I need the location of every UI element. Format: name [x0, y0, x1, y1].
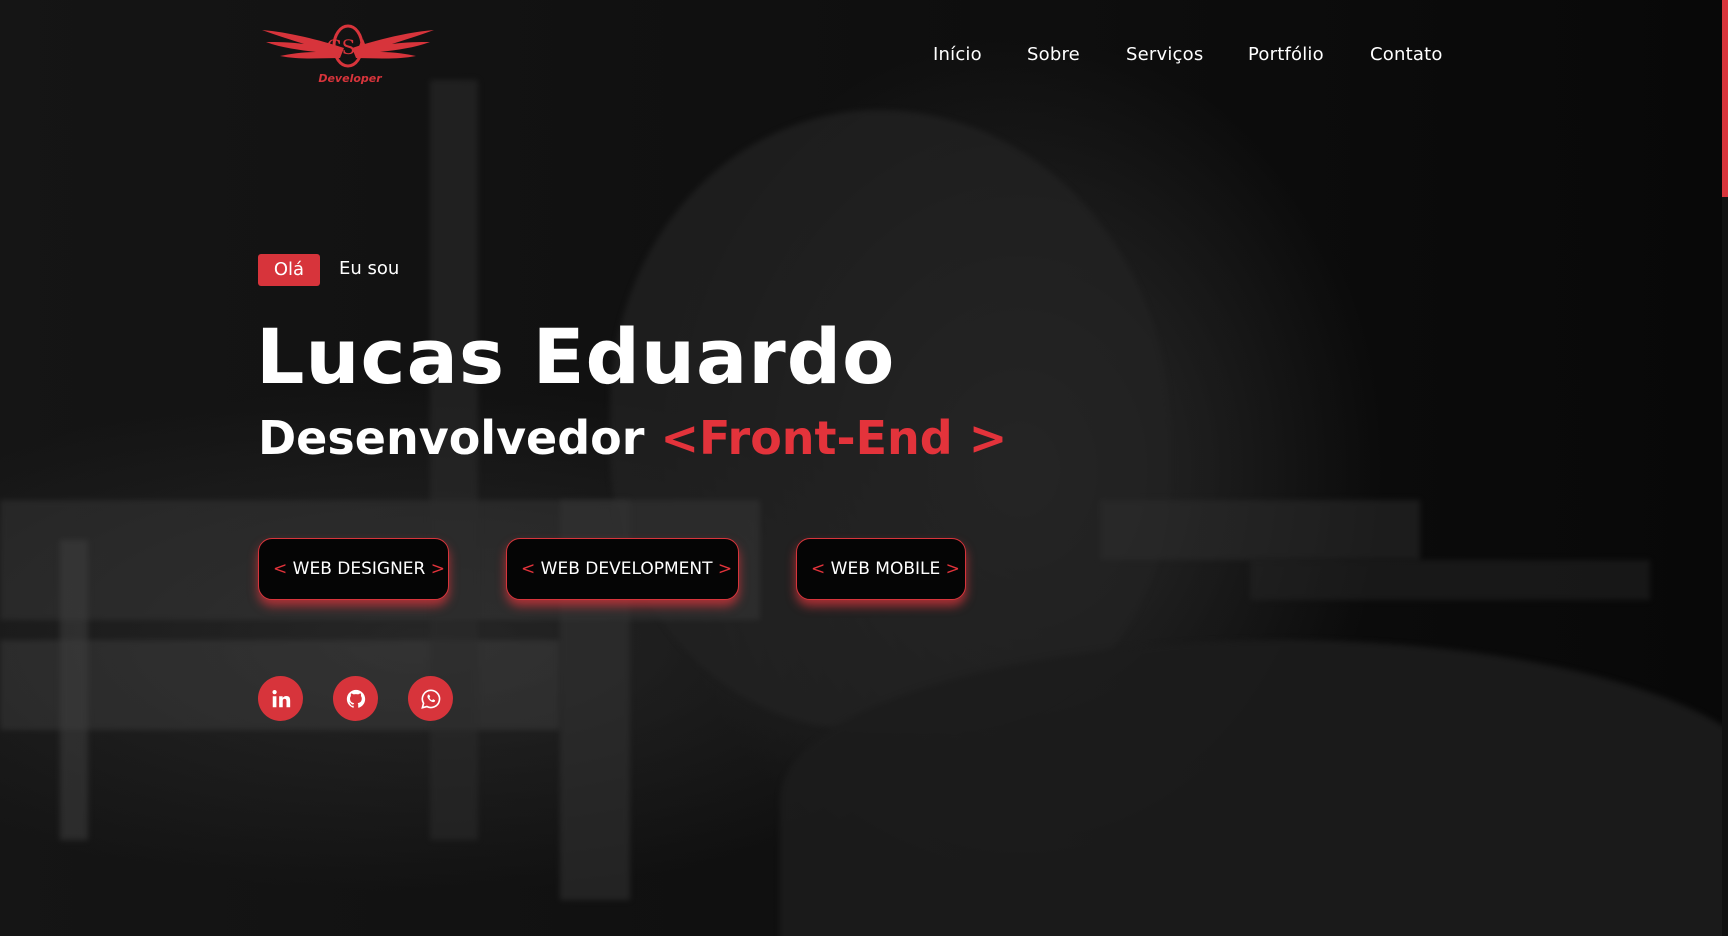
- linkedin-link[interactable]: [258, 676, 303, 721]
- logo-text: Developer: [318, 72, 382, 85]
- greeting-text: Eu sou: [339, 258, 400, 279]
- skill-web-development-button[interactable]: < WEB DEVELOPMENT >: [506, 538, 739, 600]
- nav-item-portfolio[interactable]: Portfólio: [1248, 44, 1324, 65]
- skill-label: WEB DESIGNER: [292, 559, 426, 579]
- scrollbar-track[interactable]: [1722, 197, 1728, 936]
- nav-item-inicio[interactable]: Início: [933, 44, 982, 65]
- logo-monogram: CSA: [326, 35, 370, 59]
- role-accent: <Front-End >: [660, 411, 1008, 465]
- linkedin-icon: [271, 689, 290, 707]
- skill-label: WEB MOBILE: [830, 559, 941, 579]
- role-title: Desenvolvedor: [258, 411, 645, 465]
- whatsapp-icon: [420, 688, 440, 709]
- site-logo[interactable]: CSA Developer: [260, 18, 436, 90]
- hero-name: Lucas Eduardo: [256, 312, 896, 401]
- hero-background-photo: [0, 0, 1728, 936]
- github-link[interactable]: [333, 676, 378, 721]
- whatsapp-link[interactable]: [408, 676, 453, 721]
- nav-item-contato[interactable]: Contato: [1370, 44, 1443, 65]
- skill-web-mobile-button[interactable]: < WEB MOBILE >: [796, 538, 966, 600]
- nav-item-servicos[interactable]: Serviços: [1126, 44, 1203, 65]
- skill-web-designer-button[interactable]: < WEB DESIGNER >: [258, 538, 449, 600]
- github-icon: [346, 689, 365, 708]
- scrollbar-thumb[interactable]: [1722, 0, 1728, 197]
- hero-role: Desenvolvedor <Front-End >: [258, 410, 1007, 466]
- greeting-badge: Olá: [258, 254, 320, 286]
- nav-item-sobre[interactable]: Sobre: [1027, 44, 1080, 65]
- skill-label: WEB DEVELOPMENT: [540, 559, 713, 579]
